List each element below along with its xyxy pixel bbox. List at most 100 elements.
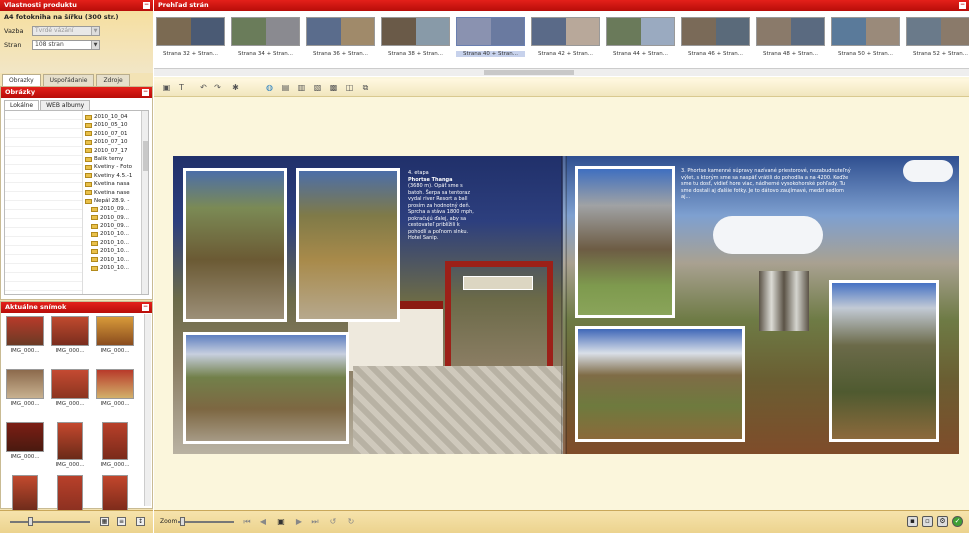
photo-item[interactable]: IMG_000... [50, 369, 90, 420]
page-view-icon[interactable]: ▣ [276, 517, 286, 527]
clip-icon[interactable]: ⧉ [360, 82, 371, 93]
folder-item[interactable]: 2010_10... [85, 230, 142, 238]
page-icon[interactable]: ▥ [296, 82, 307, 93]
settings-icon[interactable]: ⚙ [937, 516, 948, 527]
prev-page-icon[interactable]: ◀ [258, 517, 268, 527]
folder-item[interactable]: Kvetiny 4.5.-1 [85, 172, 142, 180]
folder-item[interactable]: Balik temy [85, 155, 142, 163]
photo-item[interactable]: IMG_000... [50, 316, 90, 367]
photo-thumbnail[interactable] [57, 422, 83, 460]
page-thumbnail[interactable] [906, 17, 969, 46]
folder-item[interactable]: Kvetina nasa [85, 180, 142, 188]
background-icon[interactable]: ▩ [328, 82, 339, 93]
redo-icon[interactable]: ↷ [212, 82, 223, 93]
photo-thumbnail[interactable] [102, 422, 128, 460]
layout-icon[interactable]: ▤ [280, 82, 291, 93]
photo-thumbnail[interactable] [96, 316, 134, 346]
photo-slot[interactable] [183, 332, 349, 444]
grid-view-icon[interactable]: ▦ [100, 517, 109, 526]
save-as-icon[interactable]: ▫ [922, 516, 933, 527]
next-page-icon[interactable]: ▶ [294, 517, 304, 527]
list-view-icon[interactable]: ≡ [117, 517, 126, 526]
page-thumbnail[interactable] [231, 17, 300, 46]
tab-local[interactable]: Lokálne [4, 100, 40, 110]
page-thumbnail[interactable] [531, 17, 600, 46]
page-thumbnail[interactable] [831, 17, 900, 46]
photo-thumbnail[interactable] [102, 475, 128, 513]
folder-item[interactable]: 2010_07_01 [85, 130, 142, 138]
thumb-size-knob[interactable] [28, 517, 33, 526]
page-thumbnail-item[interactable]: Strana 48 + Stran... [756, 17, 825, 65]
page-thumbnail-item[interactable]: Strana 38 + Stran... [381, 17, 450, 65]
page-thumbnail-item[interactable]: Strana 46 + Stran... [681, 17, 750, 65]
collapse-icon[interactable]: − [143, 2, 150, 9]
first-page-icon[interactable]: ⏮ [242, 517, 252, 527]
zoom-slider[interactable] [178, 521, 234, 523]
sort-icon[interactable]: ↕ [136, 517, 145, 526]
page-thumbnail-item[interactable]: Strana 50 + Stran... [831, 17, 900, 65]
photo-item[interactable]: IMG_000... [5, 369, 45, 420]
folder-item[interactable]: 2010_10... [85, 239, 142, 247]
page-thumbnail[interactable] [156, 17, 225, 46]
photo-thumbnail[interactable] [57, 475, 83, 513]
page-thumbnail-item[interactable]: Strana 36 + Stran... [306, 17, 375, 65]
tab-usporiadanie[interactable]: Uspořádanie [42, 74, 95, 86]
folder-item[interactable]: 2010_10... [85, 247, 142, 255]
photo-item[interactable]: IMG_000... [5, 316, 45, 367]
photo-thumbnail[interactable] [6, 316, 44, 346]
right-page[interactable]: 3. Phortse kamenné súpravy nazívané prie… [563, 156, 959, 454]
book-spread[interactable]: 4. etapa Phortse Thanga (3680 m). Opäť s… [173, 156, 959, 454]
photo-thumbnail[interactable] [12, 475, 38, 513]
left-caption[interactable]: 4. etapa Phortse Thanga (3680 m). Opäť s… [408, 170, 478, 242]
folder-item[interactable]: 2010_10... [85, 264, 142, 272]
save-icon[interactable]: ▪ [907, 516, 918, 527]
page-thumbnail[interactable] [456, 17, 525, 46]
page-thumbnail[interactable] [381, 17, 450, 46]
photo-thumbnail[interactable] [51, 316, 89, 346]
photo-thumbnail[interactable] [96, 369, 134, 399]
page-thumbnail-item[interactable]: Strana 34 + Stran... [231, 17, 300, 65]
rotate-left-icon[interactable]: ↺ [328, 517, 338, 527]
photo-item[interactable]: IMG_000... [95, 369, 135, 420]
copy-icon[interactable]: ▧ [312, 82, 323, 93]
folder-item[interactable]: 2010_07_10 [85, 138, 142, 146]
rotate-right-icon[interactable]: ↻ [346, 517, 356, 527]
last-page-icon[interactable]: ⏭ [310, 517, 320, 527]
tab-web-albums[interactable]: WEB albumy [40, 100, 91, 110]
photo-item[interactable]: IMG_000... [5, 422, 45, 473]
zoom-knob[interactable] [180, 517, 185, 526]
pages-select[interactable]: 108 stran ▼ [32, 40, 100, 50]
page-thumbnail-item[interactable]: Strana 44 + Stran... [606, 17, 675, 65]
undo-icon[interactable]: ↶ [198, 82, 209, 93]
photo-item[interactable]: IMG_000... [50, 422, 90, 473]
page-thumbnail-item[interactable]: Strana 32 + Stran... [156, 17, 225, 65]
folder-item[interactable]: Kvetina nase [85, 189, 142, 197]
page-thumbnail[interactable] [756, 17, 825, 46]
folder-item[interactable]: Nepál 28.9. - [85, 197, 142, 205]
photo-item[interactable]: IMG_000... [95, 316, 135, 367]
photo-item[interactable]: IMG_000... [95, 422, 135, 473]
pages-scrollbar[interactable] [154, 68, 969, 76]
collapse-icon[interactable]: − [142, 304, 149, 311]
folder-item[interactable]: 2010_10... [85, 256, 142, 264]
page-thumbnail-item[interactable]: Strana 42 + Stran... [531, 17, 600, 65]
page-thumbnail-item[interactable]: Strana 52 + Stran... [906, 17, 969, 65]
tree-scrollbar[interactable] [141, 111, 148, 294]
left-page[interactable]: 4. etapa Phortse Thanga (3680 m). Opäť s… [173, 156, 563, 454]
photo-slot[interactable] [296, 168, 400, 322]
folder-item[interactable]: Kvetiny - Foto [85, 163, 142, 171]
photo-thumbnail[interactable] [6, 369, 44, 399]
tab-zdroje[interactable]: Zdroje [96, 74, 130, 86]
photo-grid-scrollbar[interactable] [144, 314, 151, 506]
folder-item[interactable]: 2010_07_17 [85, 147, 142, 155]
cover-select[interactable]: Tvrdé vázání ▼ [32, 26, 100, 36]
text-icon[interactable]: T [176, 82, 187, 93]
image-icon[interactable]: ▣ [161, 82, 172, 93]
folder-item[interactable]: 2010_09... [85, 205, 142, 213]
folder-item[interactable]: 2010_10_04 [85, 113, 142, 121]
folder-item[interactable]: 2010_09... [85, 214, 142, 222]
photo-slot[interactable] [575, 166, 675, 318]
page-thumbnail[interactable] [681, 17, 750, 46]
frame-icon[interactable]: ◫ [344, 82, 355, 93]
folder-item[interactable]: 2010_09... [85, 222, 142, 230]
